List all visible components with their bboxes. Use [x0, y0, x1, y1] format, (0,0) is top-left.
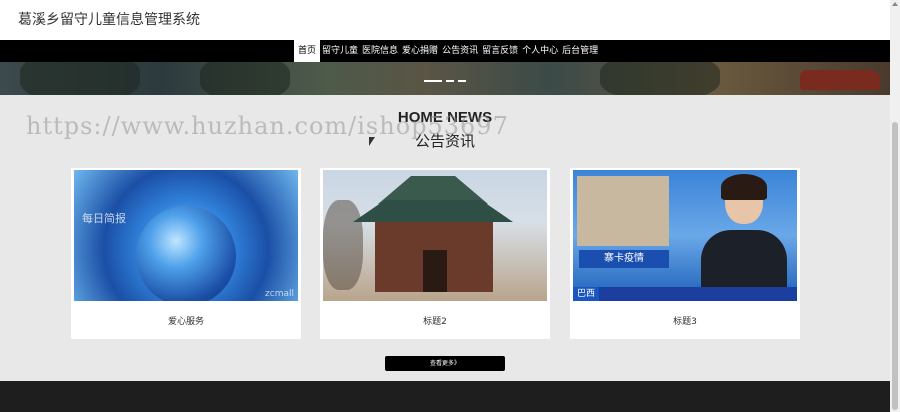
site-footer — [0, 381, 890, 412]
banner-dot[interactable] — [446, 80, 454, 82]
banner-tree — [200, 62, 290, 95]
news-anchor — [701, 174, 787, 301]
banner-dot[interactable] — [458, 80, 466, 82]
banner-tree — [20, 62, 140, 95]
nav-item-announcements[interactable]: 公告资讯 — [440, 40, 480, 62]
news-inset-photo — [577, 176, 669, 246]
banner-tree — [600, 62, 720, 95]
news-ticker-tag: 巴西 — [573, 287, 600, 301]
card-image-text: 每日简报 — [82, 212, 126, 225]
globe-graphic — [136, 206, 236, 301]
news-caption: 寨卡疫情 — [579, 250, 669, 268]
anchor-hair — [721, 174, 767, 200]
card-image-news-broadcast[interactable]: 寨卡疫情 巴西 — [573, 170, 797, 301]
nav-item-donations[interactable]: 爱心捐赠 — [400, 40, 440, 62]
card-title[interactable]: 标题3 — [570, 314, 800, 327]
nav-item-feedback[interactable]: 留言反馈 — [480, 40, 520, 62]
temple-roof — [353, 200, 513, 222]
site-header: 葛溪乡留守儿童信息管理系统 — [0, 0, 890, 40]
news-ticker: 巴西 — [573, 287, 797, 301]
news-card[interactable]: 寨卡疫情 巴西 标题3 — [570, 168, 800, 339]
scroll-up-arrow-icon[interactable] — [892, 2, 898, 6]
scroll-thumb[interactable] — [892, 122, 898, 410]
nav-item-admin[interactable]: 后台管理 — [560, 40, 600, 62]
banner-car — [800, 70, 880, 90]
view-more-button[interactable]: 查看更多》 — [385, 356, 505, 371]
nav-item-hospital-info[interactable]: 医院信息 — [360, 40, 400, 62]
card-image-temple[interactable] — [323, 170, 547, 301]
mouse-cursor-icon — [369, 137, 375, 146]
nav-item-left-behind-children[interactable]: 留守儿童 — [320, 40, 360, 62]
news-card[interactable]: 标题2 — [320, 168, 550, 339]
nav-item-profile[interactable]: 个人中心 — [520, 40, 560, 62]
card-title[interactable]: 标题2 — [320, 314, 550, 327]
temple-roof — [378, 176, 488, 204]
news-card[interactable]: 每日简报 zcmall 爱心服务 — [71, 168, 301, 339]
hero-banner — [0, 62, 890, 95]
page-scrollbar[interactable] — [890, 0, 900, 412]
main-nav: 首页 留守儿童 医院信息 爱心捐赠 公告资讯 留言反馈 个人中心 后台管理 — [0, 40, 890, 62]
card-image-logo: zcmall — [265, 289, 294, 299]
nav-item-home[interactable]: 首页 — [294, 40, 321, 62]
tree-graphic — [323, 200, 363, 290]
card-image-globe[interactable]: 每日简报 zcmall — [74, 170, 298, 301]
site-title: 葛溪乡留守儿童信息管理系统 — [18, 12, 200, 28]
temple-door — [423, 250, 447, 292]
banner-dot[interactable] — [424, 80, 442, 82]
watermark-text: https://www.huzhan.com/ishop53697 — [26, 112, 509, 140]
card-title[interactable]: 爱心服务 — [71, 314, 301, 327]
banner-pagination[interactable] — [424, 80, 466, 82]
